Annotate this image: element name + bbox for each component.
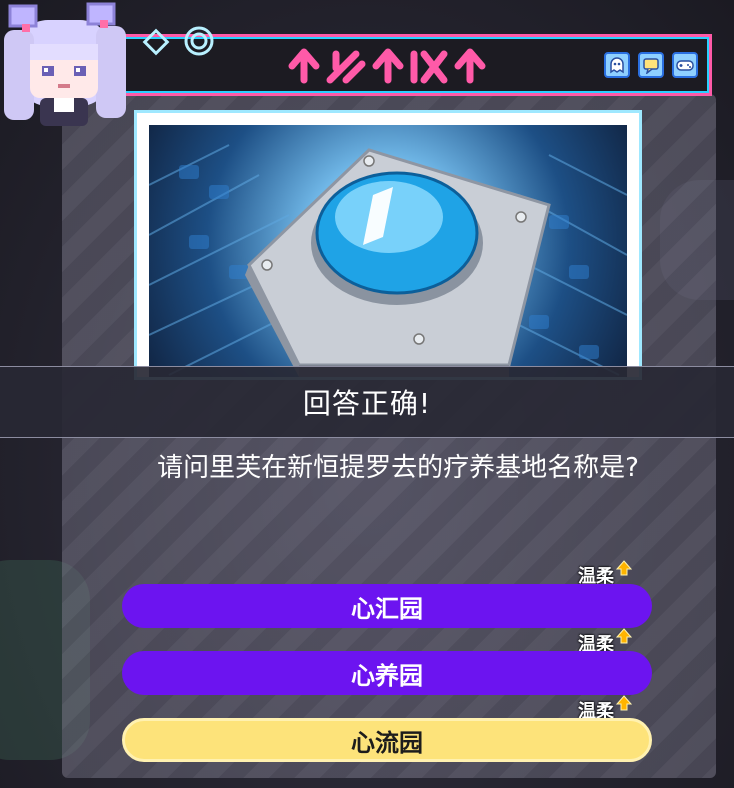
gamepad-icon[interactable]: [672, 52, 698, 78]
arrow-up-icon: [616, 560, 632, 576]
ring-icon: [184, 26, 214, 56]
result-banner: 回答正确!: [0, 366, 734, 438]
question-image-frame: [134, 110, 642, 380]
answer-option-3[interactable]: 心流园: [122, 718, 652, 762]
answer-label: 心养园: [351, 661, 423, 690]
ghost-icon[interactable]: [604, 52, 630, 78]
answer-option-2[interactable]: 心养园: [122, 651, 652, 695]
button-device-illustration: [149, 144, 627, 377]
chat-icon[interactable]: [638, 52, 664, 78]
question-image: [149, 125, 627, 377]
answer-label: 心汇园: [351, 594, 423, 623]
character-avatar: [4, 2, 126, 126]
arrow-up-icon: [616, 628, 632, 644]
arrow-up-icon: [616, 695, 632, 711]
title-glyphs: [288, 48, 486, 84]
answer-label: 心流园: [351, 728, 423, 757]
result-text: 回答正确!: [302, 387, 432, 420]
question-text: 请问里芙在新恒提罗去的疗养基地名称是?: [157, 453, 639, 483]
answer-option-1[interactable]: 心汇园: [122, 584, 652, 628]
diamond-icon: [142, 28, 170, 56]
